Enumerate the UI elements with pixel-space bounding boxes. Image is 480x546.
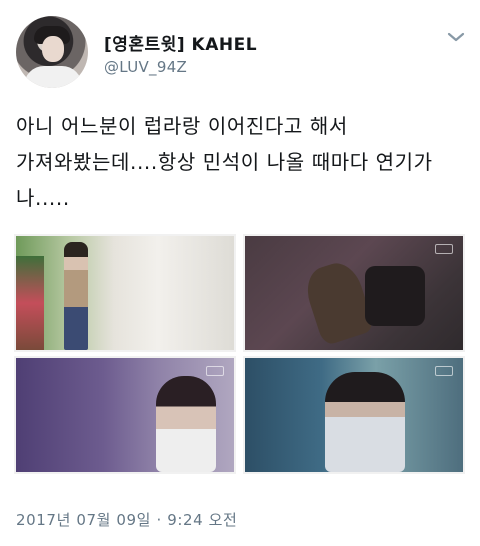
watermark: [435, 366, 453, 376]
leg-figure: [365, 266, 425, 326]
media-thumbnail[interactable]: [16, 358, 234, 472]
watermark: [435, 244, 453, 254]
tweet-text-line: 아니 어느분이 럽라랑 이어진다고 해서: [16, 114, 348, 138]
tweet-text-line: 나.....: [16, 186, 70, 210]
avatar-face: [42, 36, 64, 62]
person-profile: [156, 376, 216, 472]
avatar-shirt: [24, 66, 82, 88]
flower-shop-shelf: [16, 256, 44, 350]
media-thumbnail[interactable]: [245, 236, 463, 350]
chevron-down-icon[interactable]: [446, 30, 466, 44]
tweet-text-line: 가져와봤는데....항상 민석이 나올 때마다 연기가: [16, 150, 433, 174]
user-handle[interactable]: @LUV_94Z: [104, 58, 187, 76]
media-thumbnail[interactable]: [16, 236, 234, 350]
tweet-header: [영혼트윗] KAHEL @LUV_94Z: [0, 0, 480, 90]
person-figure: [64, 242, 88, 350]
person-figure: [325, 372, 405, 472]
tweet-text: 아니 어느분이 럽라랑 이어진다고 해서 가져와봤는데....항상 민석이 나올…: [16, 108, 466, 216]
display-name[interactable]: [영혼트윗] KAHEL: [104, 30, 257, 55]
media-grid: [16, 236, 463, 472]
watermark: [206, 366, 224, 376]
media-thumbnail[interactable]: [245, 358, 463, 472]
tweet-timestamp: 2017년 07월 09일 · 9:24 오전: [16, 511, 238, 529]
avatar[interactable]: [16, 16, 88, 88]
